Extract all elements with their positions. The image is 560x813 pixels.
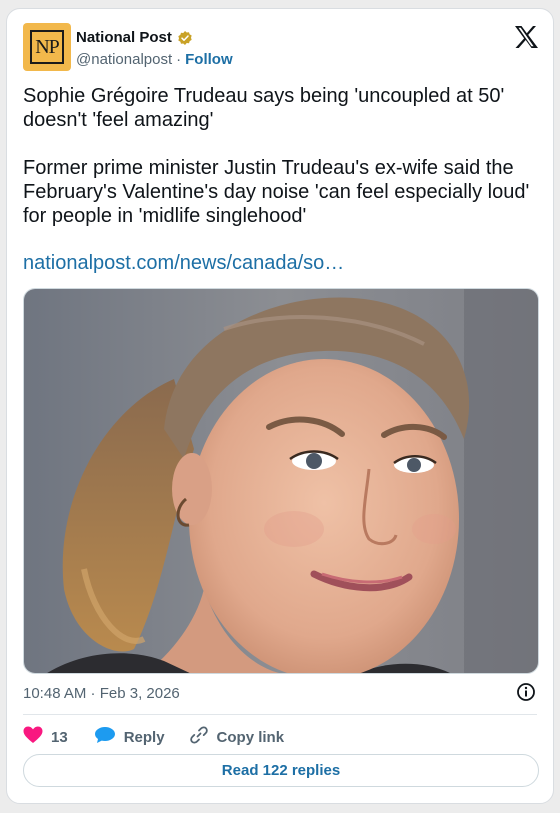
portrait-image xyxy=(24,289,538,673)
read-replies-button[interactable]: Read 122 replies xyxy=(23,754,539,787)
copy-link-label: Copy link xyxy=(216,728,285,746)
post-card: NP National Post @nationalpost · Follow … xyxy=(6,8,554,804)
author-handle[interactable]: @nationalpost xyxy=(76,51,172,68)
follow-button[interactable]: Follow xyxy=(185,51,233,68)
link-icon xyxy=(189,725,209,749)
avatar-logo: NP xyxy=(30,30,64,64)
reply-bubble-icon xyxy=(94,726,116,748)
reply-button[interactable]: Reply xyxy=(94,726,165,748)
info-icon[interactable] xyxy=(516,682,536,707)
author-name-row: National Post xyxy=(76,29,193,46)
reply-label: Reply xyxy=(123,728,165,746)
post-photo[interactable] xyxy=(23,288,539,674)
x-logo-icon[interactable] xyxy=(513,25,539,54)
article-link[interactable]: nationalpost.com/news/canada/so… xyxy=(23,252,344,275)
separator-dot: · xyxy=(176,51,182,68)
avatar[interactable]: NP xyxy=(23,23,71,71)
action-bar: 13 Reply Copy link xyxy=(23,725,284,749)
like-count: 13 xyxy=(51,728,68,746)
divider xyxy=(23,714,537,715)
post-text: Sophie Grégoire Trudeau says being 'unco… xyxy=(23,85,530,227)
verified-badge-icon xyxy=(177,30,193,46)
author-handle-row: @nationalpost · Follow xyxy=(76,51,233,68)
post-timestamp[interactable]: 10:48 AM · Feb 3, 2026 xyxy=(23,685,180,702)
author-name[interactable]: National Post xyxy=(76,29,172,46)
copy-link-button[interactable]: Copy link xyxy=(189,725,285,749)
heart-icon xyxy=(23,726,43,748)
like-button[interactable]: 13 xyxy=(23,726,68,748)
